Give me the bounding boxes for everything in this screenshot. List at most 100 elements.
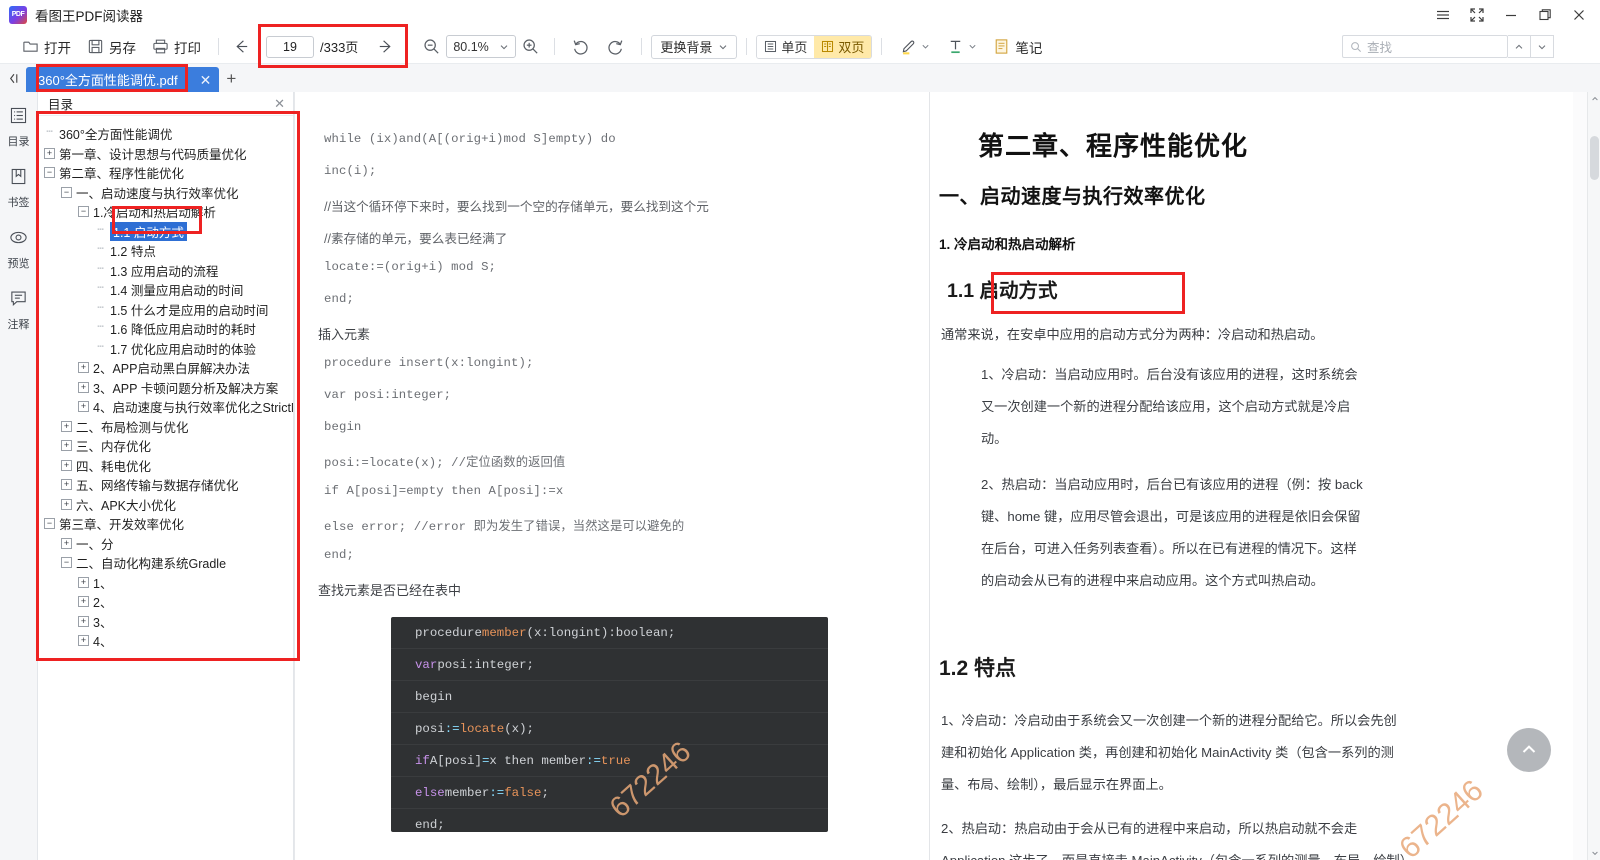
outline-node-label: 3、: [93, 612, 112, 631]
collapse-icon[interactable]: −: [44, 518, 55, 529]
vertical-scrollbar[interactable]: [1587, 92, 1600, 860]
expand-icon[interactable]: +: [78, 382, 89, 393]
outline-node[interactable]: +3、: [38, 612, 293, 632]
outline-node[interactable]: +4、: [38, 631, 293, 651]
outline-node[interactable]: ┄1.6 降低应用启动时的耗时: [38, 319, 293, 339]
outline-node[interactable]: ┄1.5 什么才是应用的启动时间: [38, 300, 293, 320]
outline-node[interactable]: +一、分: [38, 534, 293, 554]
open-button[interactable]: 打开: [14, 34, 79, 60]
outline-node[interactable]: +1、: [38, 573, 293, 593]
new-tab-button[interactable]: +: [219, 66, 243, 92]
close-icon[interactable]: ✕: [274, 96, 285, 112]
search-input[interactable]: 查找: [1342, 35, 1508, 58]
fullscreen-icon[interactable]: [1460, 1, 1494, 29]
outline-node[interactable]: −第三章、开发效率优化: [38, 514, 293, 534]
expand-icon[interactable]: +: [61, 440, 72, 451]
expand-icon[interactable]: +: [78, 616, 89, 627]
tree-leaf-marker-icon[interactable]: ┄: [95, 245, 106, 256]
expand-icon[interactable]: +: [44, 148, 55, 159]
previous-page-button[interactable]: [228, 34, 254, 60]
outline-node[interactable]: ┄1.4 测量应用启动的时间: [38, 280, 293, 300]
expand-icon[interactable]: +: [78, 401, 89, 412]
save-as-button[interactable]: 另存: [79, 34, 144, 60]
sidebar-item-preview[interactable]: 预览: [0, 228, 38, 271]
expand-icon[interactable]: +: [78, 596, 89, 607]
print-button[interactable]: 打印: [144, 34, 209, 60]
single-page-button[interactable]: 单页: [757, 36, 814, 58]
pdf-page-right[interactable]: 第二章、程序性能优化 一、启动速度与执行效率优化 1. 冷启动和热启动解析 1.…: [931, 92, 1581, 860]
tree-leaf-marker-icon[interactable]: ┄: [95, 323, 106, 334]
outline-node[interactable]: +2、: [38, 592, 293, 612]
outline-node[interactable]: ┄1.7 优化应用启动时的体验: [38, 339, 293, 359]
zoom-out-icon: [422, 37, 441, 56]
outline-node[interactable]: +3、APP 卡顿问题分析及解决方案: [38, 378, 293, 398]
expand-icon[interactable]: +: [61, 499, 72, 510]
expand-icon[interactable]: +: [61, 479, 72, 490]
outline-node[interactable]: ┄1.3 应用启动的流程: [38, 261, 293, 281]
tab-collapse-left-button[interactable]: [0, 64, 26, 92]
tree-leaf-marker-icon[interactable]: ┄: [95, 265, 106, 276]
search-prev-button[interactable]: [1508, 35, 1531, 58]
outline-node[interactable]: +第一章、设计思想与代码质量优化: [38, 144, 293, 164]
pdf-paragraph-line: 1、冷启动：当启动应用时。后台没有该应用的进程，这时系统会: [981, 364, 1358, 383]
rotate-left-button[interactable]: [564, 34, 598, 60]
expand-icon[interactable]: +: [78, 577, 89, 588]
expand-icon[interactable]: +: [78, 635, 89, 646]
collapse-icon[interactable]: −: [61, 557, 72, 568]
outline-node[interactable]: +三、内存优化: [38, 436, 293, 456]
scrollbar-down-arrow-icon[interactable]: [1588, 846, 1600, 860]
collapse-icon[interactable]: −: [44, 167, 55, 178]
tree-leaf-marker-icon[interactable]: ┄: [95, 343, 106, 354]
sidebar-item-contents[interactable]: 目录: [0, 106, 38, 149]
maximize-icon[interactable]: [1528, 1, 1562, 29]
outline-node[interactable]: +二、布局检测与优化: [38, 417, 293, 437]
tab-close-icon[interactable]: ✕: [200, 73, 212, 87]
sidebar-item-bookmarks[interactable]: 书签: [0, 167, 38, 210]
search-next-button[interactable]: [1531, 35, 1554, 58]
sidebar-item-annotations[interactable]: 注释: [0, 289, 38, 332]
outline-node[interactable]: +四、耗电优化: [38, 456, 293, 476]
expand-icon[interactable]: +: [61, 460, 72, 471]
zoom-in-button[interactable]: [516, 34, 545, 60]
bookmark-icon: [9, 167, 28, 191]
scrollbar-thumb[interactable]: [1590, 136, 1599, 180]
text-tool-button[interactable]: [938, 34, 985, 60]
outline-node[interactable]: −1.冷启动和热启动解析: [38, 202, 293, 222]
outline-node[interactable]: ┄1.1 启动方式: [38, 222, 293, 242]
outline-node[interactable]: +六、APK大小优化: [38, 495, 293, 515]
outline-node[interactable]: +五、网络传输与数据存储优化: [38, 475, 293, 495]
scrollbar-up-arrow-icon[interactable]: [1588, 92, 1600, 106]
expand-icon[interactable]: +: [78, 362, 89, 373]
minimize-icon[interactable]: [1494, 1, 1528, 29]
tree-leaf-marker-icon[interactable]: ┄: [95, 284, 106, 295]
double-page-button[interactable]: 双页: [814, 36, 871, 58]
tree-leaf-marker-icon[interactable]: ┄: [95, 304, 106, 315]
zoom-level-select[interactable]: 80.1%: [446, 35, 516, 58]
close-icon[interactable]: [1562, 1, 1596, 29]
outline-node[interactable]: +2、APP启动黑白屏解决办法: [38, 358, 293, 378]
pdf-page-left[interactable]: while (ix)and(A[(orig+i)mod S]empty) doi…: [296, 92, 930, 860]
rotate-right-button[interactable]: [598, 34, 632, 60]
tree-leaf-marker-icon[interactable]: ┄: [95, 226, 106, 237]
outline-node[interactable]: −一、启动速度与执行效率优化: [38, 183, 293, 203]
collapse-icon[interactable]: −: [61, 187, 72, 198]
pdf-text-line: end;: [324, 292, 354, 306]
page-number-input[interactable]: 19: [266, 36, 314, 58]
next-page-button[interactable]: [372, 34, 398, 60]
outline-node[interactable]: −二、自动化构建系统Gradle: [38, 553, 293, 573]
highlight-tool-button[interactable]: [891, 34, 938, 60]
document-tab[interactable]: 360°全方面性能调优.pdf ✕: [26, 67, 219, 92]
tree-leaf-marker-icon[interactable]: ┄: [44, 128, 55, 139]
outline-node[interactable]: −第二章、程序性能优化: [38, 163, 293, 183]
scroll-to-top-button[interactable]: [1507, 728, 1551, 772]
notes-button[interactable]: 笔记: [985, 34, 1050, 60]
collapse-icon[interactable]: −: [78, 206, 89, 217]
menu-icon[interactable]: [1426, 1, 1460, 29]
outline-node[interactable]: ┄360°全方面性能调优: [38, 124, 293, 144]
expand-icon[interactable]: +: [61, 538, 72, 549]
background-select[interactable]: 更换背景: [651, 35, 737, 59]
zoom-out-button[interactable]: [417, 34, 446, 60]
outline-node[interactable]: ┄1.2 特点: [38, 241, 293, 261]
expand-icon[interactable]: +: [61, 421, 72, 432]
outline-node[interactable]: +4、启动速度与执行效率优化之StrictM: [38, 397, 293, 417]
